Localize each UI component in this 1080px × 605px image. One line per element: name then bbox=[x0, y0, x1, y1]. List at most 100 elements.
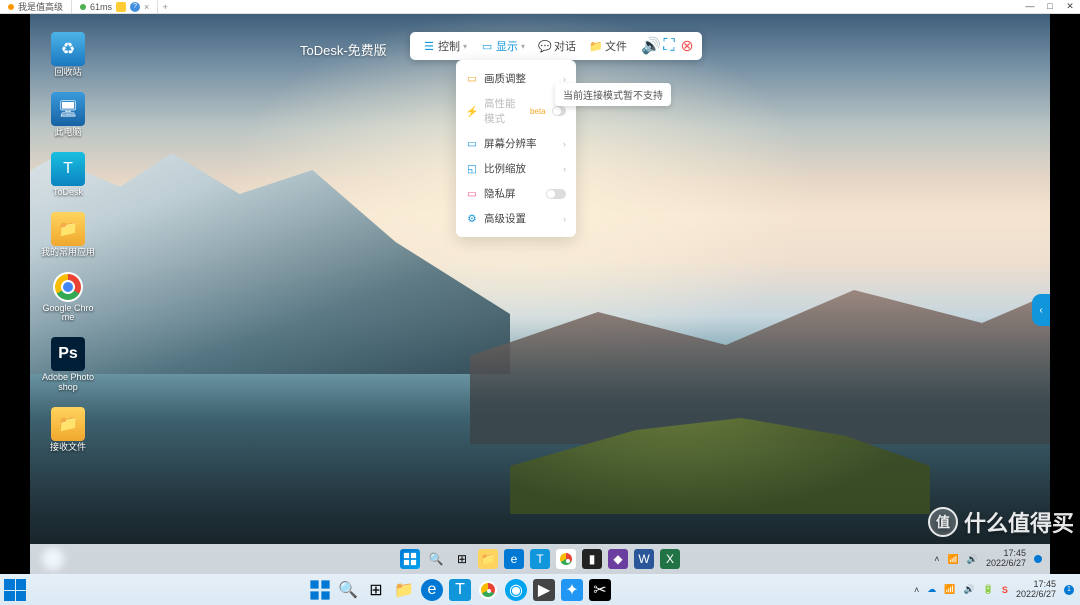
btn-label: 控制 bbox=[438, 38, 460, 54]
host-tabstrip: 我是值高级 61ms ? × + — □ ✕ bbox=[0, 0, 1080, 14]
search-icon[interactable]: 🔍 bbox=[426, 549, 446, 569]
word-icon[interactable]: W bbox=[634, 549, 654, 569]
dell-icon[interactable]: ◉ bbox=[505, 579, 527, 601]
icon-label: ToDesk bbox=[53, 188, 83, 198]
disconnect-button[interactable]: ⊗ bbox=[678, 37, 696, 55]
tab-indicator-icon bbox=[8, 4, 14, 10]
tray-onedrive-icon[interactable]: ☁ bbox=[927, 584, 936, 595]
tray-battery-icon[interactable]: 🔋 bbox=[983, 584, 994, 595]
recycle-bin-icon[interactable]: ♻ 回收站 bbox=[40, 32, 96, 78]
chevron-down-icon: ▾ bbox=[521, 42, 525, 51]
chrome-icon[interactable]: Google Chrome bbox=[40, 272, 96, 324]
folder-icon: 📁 bbox=[590, 40, 602, 52]
terminal-icon[interactable]: ▮ bbox=[582, 549, 602, 569]
todesk-taskbar-icon[interactable]: T bbox=[530, 549, 550, 569]
outer-clock[interactable]: 17:45 2022/6/27 bbox=[1016, 580, 1056, 600]
tray-sound-icon[interactable]: 🔊 bbox=[967, 554, 978, 565]
outer-start-button[interactable] bbox=[4, 579, 26, 601]
btn-label: 显示 bbox=[496, 38, 518, 54]
clock-date: 2022/6/27 bbox=[986, 559, 1026, 569]
this-pc-icon[interactable]: 🖥 此电脑 bbox=[40, 92, 96, 138]
toolbar-control-button[interactable]: ☰ 控制 ▾ bbox=[416, 38, 474, 54]
remote-start-button[interactable] bbox=[400, 549, 420, 569]
chevron-right-icon: › bbox=[563, 74, 566, 84]
btn-label: 文件 bbox=[605, 38, 627, 54]
edge-expand-button[interactable]: ‹ bbox=[1032, 294, 1050, 326]
photoshop-icon[interactable]: Ps Adobe Photoshop bbox=[40, 337, 96, 393]
chrome-taskbar-icon[interactable] bbox=[556, 549, 576, 569]
chat-icon: 💬 bbox=[539, 40, 551, 52]
icon-label: 回收站 bbox=[54, 68, 81, 78]
new-tab-button[interactable]: + bbox=[158, 2, 172, 12]
icon-label: 我的常用应用 bbox=[41, 248, 95, 258]
host-tab-2[interactable]: 61ms ? × bbox=[72, 0, 158, 13]
todesk-taskbar-icon[interactable]: T bbox=[449, 579, 471, 601]
tab-close-icon[interactable]: × bbox=[144, 2, 149, 12]
mi-label: 隐私屏 bbox=[484, 186, 516, 201]
chevron-right-icon: › bbox=[563, 139, 566, 149]
tray-network-icon[interactable]: 📶 bbox=[944, 584, 955, 595]
host-tab-label: 我是值高级 bbox=[18, 0, 63, 13]
scale-icon: ◱ bbox=[466, 163, 478, 175]
resolution-icon: ▭ bbox=[466, 138, 478, 150]
fullscreen-button[interactable]: ⛶ bbox=[660, 37, 678, 55]
toggle-switch bbox=[552, 106, 566, 116]
mi-label: 高级设置 bbox=[484, 211, 526, 226]
host-tab-1[interactable]: 我是值高级 bbox=[0, 0, 72, 13]
folder-apps-icon[interactable]: 📁 我的常用应用 bbox=[40, 212, 96, 258]
tray-network-icon[interactable]: 📶 bbox=[948, 554, 959, 565]
window-minimize-button[interactable]: — bbox=[1020, 1, 1040, 12]
pc-icon: 🖥 bbox=[51, 92, 85, 126]
capcut-icon[interactable]: ✂ bbox=[589, 579, 611, 601]
icon-label: 接收文件 bbox=[50, 443, 86, 453]
chevron-right-icon: › bbox=[563, 164, 566, 174]
start-button[interactable] bbox=[309, 579, 331, 601]
highperf-tooltip: 当前连接模式暂不支持 bbox=[555, 83, 671, 106]
mi-label: 屏幕分辨率 bbox=[484, 136, 537, 151]
chrome-icon[interactable] bbox=[477, 579, 499, 601]
excel-icon[interactable]: X bbox=[660, 549, 680, 569]
remote-clock[interactable]: 17:45 2022/6/27 bbox=[986, 549, 1026, 569]
window-maximize-button[interactable]: □ bbox=[1040, 1, 1060, 12]
search-icon[interactable]: 🔍 bbox=[337, 579, 359, 601]
app-icon[interactable]: ✦ bbox=[561, 579, 583, 601]
edge-icon[interactable]: e bbox=[421, 579, 443, 601]
todesk-toolbar: ☰ 控制 ▾ ▭ 显示 ▾ 💬 对话 📁 文件 🔊 ⛶ ⊗ bbox=[410, 32, 702, 60]
explorer-icon[interactable]: 📁 bbox=[478, 549, 498, 569]
chevron-right-icon: › bbox=[563, 214, 566, 224]
media-icon[interactable]: ▶ bbox=[533, 579, 555, 601]
todesk-app-icon[interactable]: T ToDesk bbox=[40, 152, 96, 198]
app-icon-1[interactable]: ◆ bbox=[608, 549, 628, 569]
menu-resolution[interactable]: ▭ 屏幕分辨率 › bbox=[456, 131, 576, 156]
privacy-icon: ▭ bbox=[466, 188, 478, 200]
menu-scale[interactable]: ◱ 比例缩放 › bbox=[456, 156, 576, 181]
toolbar-file-button[interactable]: 📁 文件 bbox=[583, 38, 634, 54]
toolbar-dialog-button[interactable]: 💬 对话 bbox=[532, 38, 583, 54]
notification-icon[interactable] bbox=[1034, 555, 1042, 563]
folder-received-icon[interactable]: 📁 接收文件 bbox=[40, 407, 96, 453]
notification-badge-icon[interactable]: 1 bbox=[1064, 585, 1074, 595]
tray-chevron-icon[interactable]: ˄ bbox=[914, 585, 919, 595]
tray-app-icon[interactable]: S bbox=[1002, 585, 1008, 595]
toolbar-display-button[interactable]: ▭ 显示 ▾ bbox=[474, 38, 532, 54]
todesk-icon: T bbox=[51, 152, 85, 186]
icon-label: Adobe Photoshop bbox=[40, 373, 96, 393]
chrome-logo-icon bbox=[53, 272, 83, 302]
signal-icon bbox=[80, 4, 86, 10]
menu-privacy[interactable]: ▭ 隐私屏 bbox=[456, 181, 576, 206]
toggle-switch[interactable] bbox=[546, 189, 566, 199]
outer-taskbar: 🔍 ⊞ 📁 e T ◉ ▶ ✦ ✂ ˄ ☁ 📶 🔊 🔋 S 17:45 2022… bbox=[0, 574, 1080, 605]
icon-label: Google Chrome bbox=[40, 304, 96, 324]
window-close-button[interactable]: ✕ bbox=[1060, 1, 1080, 12]
tray-sound-icon[interactable]: 🔊 bbox=[963, 584, 974, 595]
explorer-icon[interactable]: 📁 bbox=[393, 579, 415, 601]
trash-icon: ♻ bbox=[51, 32, 85, 66]
edge-icon[interactable]: e bbox=[504, 549, 524, 569]
menu-advanced[interactable]: ⚙ 高级设置 › bbox=[456, 206, 576, 231]
badge-icon bbox=[116, 2, 126, 12]
taskview-icon[interactable]: ⊞ bbox=[365, 579, 387, 601]
rocket-icon: ⚡ bbox=[466, 105, 478, 117]
tray-chevron-icon[interactable]: ˄ bbox=[934, 554, 939, 564]
sound-button[interactable]: 🔊 bbox=[642, 37, 660, 55]
taskview-icon[interactable]: ⊞ bbox=[452, 549, 472, 569]
